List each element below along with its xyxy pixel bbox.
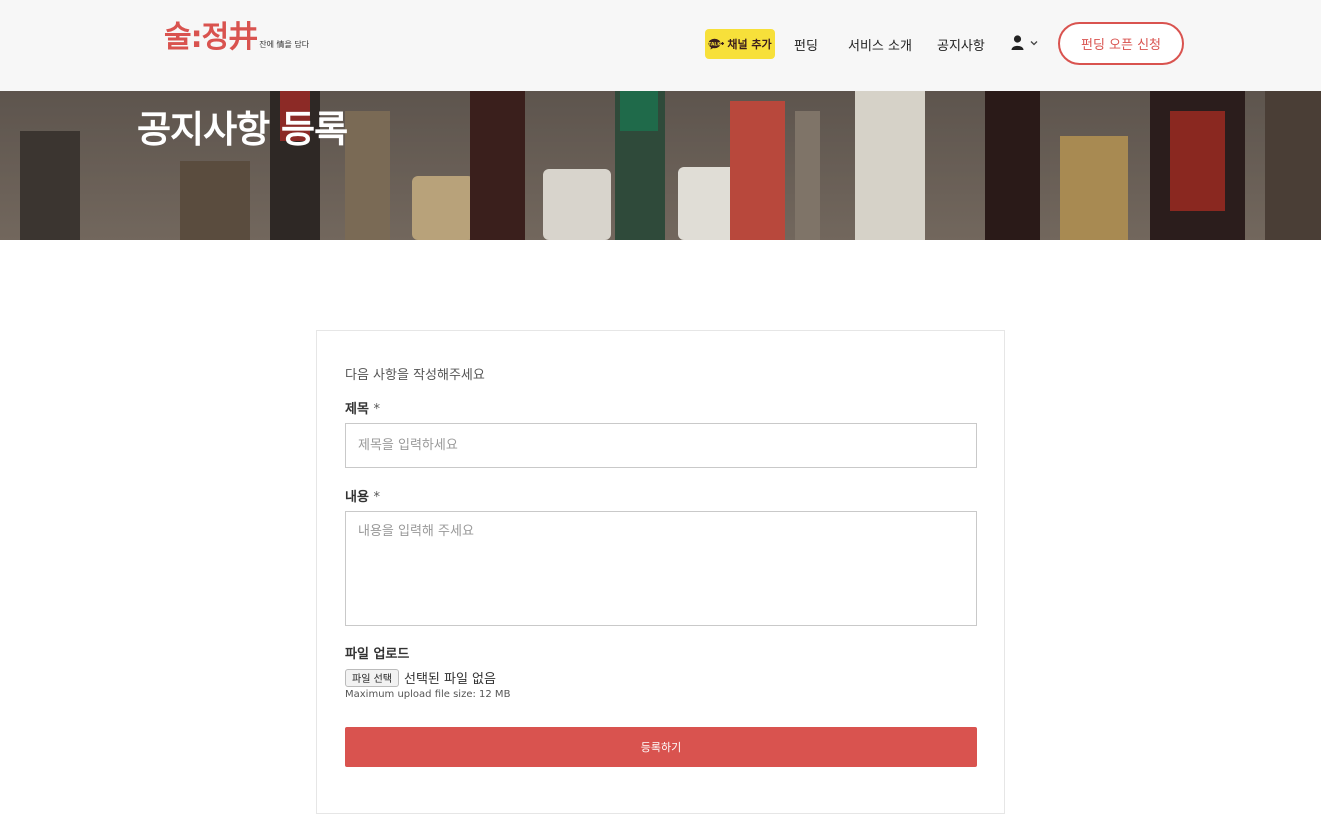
submit-button[interactable]: 등록하기 <box>345 727 977 767</box>
nav-item-funding[interactable]: 펀딩 <box>794 35 818 54</box>
file-select-button[interactable]: 파일 선택 <box>345 668 399 687</box>
content-label-text: 내용 <box>345 490 369 505</box>
kakao-chat-icon: TALK <box>709 38 725 50</box>
user-menu[interactable] <box>1011 35 1038 50</box>
file-status-text: 선택된 파일 없음 <box>403 672 496 687</box>
title-label-text: 제목 <box>345 402 369 417</box>
title-input[interactable] <box>345 423 977 468</box>
user-icon <box>1011 35 1024 50</box>
site-header: 술:정井 잔에 情을 담다 TALK 채널 추가 펀딩 서비스 소개 공지사항 … <box>0 0 1321 91</box>
required-mark: * <box>373 402 380 417</box>
kakao-channel-label: 채널 추가 <box>727 38 772 51</box>
nav-item-service[interactable]: 서비스 소개 <box>848 35 912 54</box>
file-size-note: Maximum upload file size: 12 MB <box>345 689 511 700</box>
content-label: 내용 * <box>345 486 380 505</box>
page-title: 공지사항 등록 <box>137 108 348 151</box>
nav-item-notice[interactable]: 공지사항 <box>937 35 985 54</box>
kakao-channel-button[interactable]: TALK 채널 추가 <box>705 29 775 59</box>
svg-text:TALK: TALK <box>709 41 722 47</box>
file-upload-row: 파일 선택 선택된 파일 없음 <box>345 668 496 687</box>
funding-apply-button[interactable]: 펀딩 오픈 신청 <box>1058 22 1184 65</box>
required-mark: * <box>373 490 380 505</box>
logo-tagline: 잔에 情을 담다 <box>259 40 310 49</box>
title-label: 제목 * <box>345 398 380 417</box>
site-logo[interactable]: 술:정井 잔에 情을 담다 <box>164 22 309 54</box>
form-intro-text: 다음 사항을 작성해주세요 <box>345 368 485 383</box>
hero-banner: 공지사항 등록 <box>0 91 1321 240</box>
logo-wordmark: 술:정井 <box>164 20 258 55</box>
notice-form-card: 다음 사항을 작성해주세요 제목 * 내용 * 파일 업로드 파일 선택 선택된… <box>316 330 1005 814</box>
content-textarea[interactable] <box>345 511 977 626</box>
chevron-down-icon <box>1030 40 1038 45</box>
file-upload-label: 파일 업로드 <box>345 647 410 662</box>
